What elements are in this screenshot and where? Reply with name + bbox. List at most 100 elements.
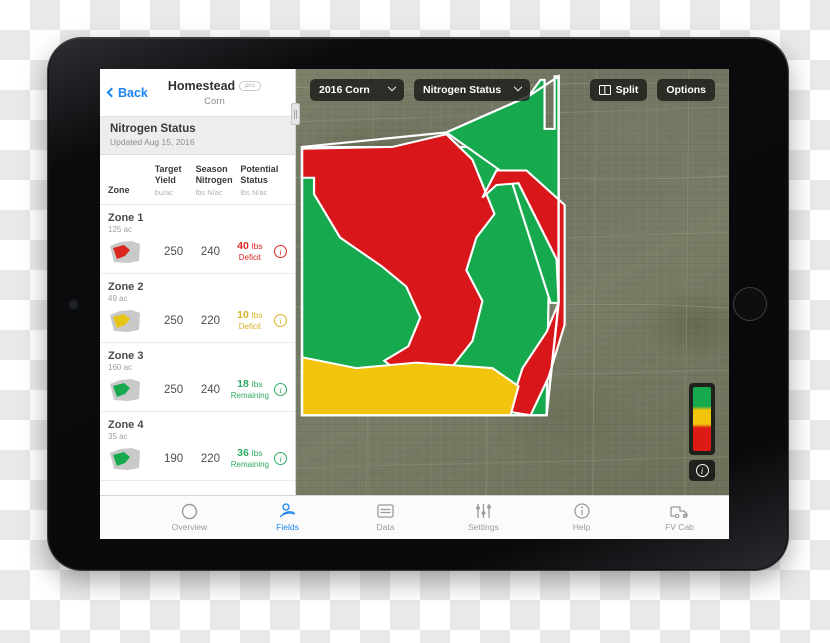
info-icon: i xyxy=(695,464,709,477)
zone-row[interactable]: Zone 3 160 ac 250 240 18 lbs Remaining i xyxy=(100,343,295,412)
zone-name-label: Zone 2 xyxy=(108,280,144,293)
zone-acres-label: 160 ac xyxy=(108,362,133,372)
scroll-grip-line xyxy=(294,109,295,119)
tab-settings[interactable]: Settings xyxy=(458,503,510,532)
zone-status-value: 10 lbs xyxy=(237,309,263,322)
zone-thumbnail-icon xyxy=(108,446,142,472)
zone-status: 40 lbs Deficit xyxy=(230,240,270,263)
fields-icon xyxy=(278,503,297,519)
zone-status-label: Deficit xyxy=(238,253,261,263)
zone-list[interactable]: Zone 1 125 ac 250 240 40 lbs Deficit i Z… xyxy=(100,204,295,495)
field-title: Homestead pro Corn xyxy=(148,77,287,107)
zone-acres-label: 125 ac xyxy=(108,224,133,234)
column-status-unit: lbs N/ac xyxy=(240,187,268,197)
chevron-left-icon xyxy=(106,87,117,98)
zone-info-icon[interactable]: i xyxy=(274,245,287,259)
zone-thumbnail-icon xyxy=(108,308,142,334)
tab-label: Settings xyxy=(468,522,499,532)
zone-info-icon[interactable]: i xyxy=(274,383,287,397)
column-nitrogen-line2: Nitrogen xyxy=(195,174,233,185)
field-crop-label: Corn xyxy=(204,95,225,107)
column-yield-line1: Target xyxy=(154,164,182,174)
tab-help[interactable]: Help xyxy=(556,503,608,532)
tablet-screen: Back Homestead pro Corn Nitrogen Status U… xyxy=(100,69,729,539)
map-toolbar: 2016 Corn Nitrogen Status Split Options xyxy=(310,79,715,101)
zone-target-yield-value: 250 xyxy=(164,383,184,396)
home-button[interactable] xyxy=(733,287,767,321)
zone-status-label: Remaining xyxy=(230,460,269,470)
zone-info-icon[interactable]: i xyxy=(274,314,287,328)
tab-label: Data xyxy=(376,522,395,532)
split-button-label: Split xyxy=(615,84,639,96)
zone-acres-label: 35 ac xyxy=(108,431,128,441)
column-header-potential-status: Potential Status lbs N/ac xyxy=(240,164,287,197)
tab-fv-cab[interactable]: FV Cab xyxy=(654,503,706,532)
field-zone-polygons[interactable] xyxy=(296,69,729,495)
season-select[interactable]: 2016 Corn xyxy=(310,79,404,101)
column-header-target-yield: Target Yield bu/ac xyxy=(155,164,196,197)
zone-row[interactable]: Zone 2 49 ac 250 220 10 lbs Deficit i xyxy=(100,274,295,343)
zone-status: 18 lbs Remaining xyxy=(230,378,270,401)
column-status-line1: Potential xyxy=(240,164,279,174)
zone-thumbnail-icon xyxy=(108,239,142,265)
tab-label: Fields xyxy=(276,522,299,532)
column-header-zone: Zone xyxy=(108,164,155,197)
zone-target-yield-value: 250 xyxy=(164,314,184,327)
sidebar-panel: Back Homestead pro Corn Nitrogen Status U… xyxy=(100,69,300,495)
split-button[interactable]: Split xyxy=(589,79,648,101)
zone-thumbnail-svg xyxy=(110,447,140,470)
column-status-line2: Status xyxy=(240,174,268,185)
app-body: Back Homestead pro Corn Nitrogen Status U… xyxy=(100,69,729,495)
zone-data-row: 190 220 36 lbs Remaining i xyxy=(108,446,287,472)
zone-thumbnail-svg xyxy=(110,240,140,263)
zone-data-row: 250 240 18 lbs Remaining i xyxy=(108,377,287,403)
split-view-icon xyxy=(598,85,611,95)
pro-badge: pro xyxy=(239,81,262,92)
zone-name-label: Zone 4 xyxy=(108,418,144,431)
zone-status-value: 36 lbs xyxy=(237,447,263,460)
options-button[interactable]: Options xyxy=(657,79,715,101)
legend-info-button[interactable]: i xyxy=(689,460,715,481)
tab-data[interactable]: Data xyxy=(360,503,412,532)
legend-gradient-fill xyxy=(693,387,711,451)
camera-icon xyxy=(70,301,77,308)
column-header-season-nitrogen: Season Nitrogen lbs N/ac xyxy=(196,164,241,197)
sidebar-header: Back Homestead pro Corn xyxy=(100,69,295,117)
back-button[interactable]: Back xyxy=(106,85,148,100)
zone-season-nitrogen-value: 220 xyxy=(200,452,221,465)
layer-select[interactable]: Nitrogen Status xyxy=(414,79,531,101)
zone-thumbnail-svg xyxy=(110,378,140,401)
column-yield-line2: Yield xyxy=(154,174,176,185)
status-title: Nitrogen Status xyxy=(110,123,196,135)
circle-icon xyxy=(181,503,198,519)
zone-season-nitrogen-value: 240 xyxy=(200,245,221,258)
options-button-label: Options xyxy=(666,84,706,96)
zone-row[interactable]: Zone 4 35 ac 190 220 36 lbs Remaining i xyxy=(100,412,295,481)
chevron-down-icon xyxy=(387,82,397,92)
tab-label: FV Cab xyxy=(665,522,694,532)
zone-row[interactable]: Zone 1 125 ac 250 240 40 lbs Deficit i xyxy=(100,205,295,274)
zone-acres-label: 49 ac xyxy=(108,293,128,303)
zone-status-value: 18 lbs xyxy=(237,378,263,391)
data-icon xyxy=(377,503,394,519)
zone-season-nitrogen-value: 220 xyxy=(200,314,221,327)
zone-info-icon[interactable]: i xyxy=(274,452,287,466)
status-updated: Updated Aug 15, 2016 xyxy=(110,137,195,147)
zone-status: 36 lbs Remaining xyxy=(230,447,270,470)
tab-overview[interactable]: Overview xyxy=(164,503,216,532)
zone-data-row: 250 220 10 lbs Deficit i xyxy=(108,308,287,334)
column-zone-label: Zone xyxy=(108,184,130,195)
zone-data-row: 250 240 40 lbs Deficit i xyxy=(108,239,287,265)
season-select-value: 2016 Corn xyxy=(319,84,370,96)
tab-fields[interactable]: Fields xyxy=(262,503,314,532)
canvas-backdrop: Back Homestead pro Corn Nitrogen Status U… xyxy=(0,0,830,643)
zone-status-value: 40 lbs xyxy=(237,240,263,253)
field-map[interactable]: 2016 Corn Nitrogen Status Split Options … xyxy=(296,69,729,495)
column-yield-unit: bu/ac xyxy=(154,187,174,197)
column-nitrogen-unit: lbs N/ac xyxy=(195,187,223,197)
sidebar-scroll-handle[interactable] xyxy=(291,103,300,125)
nitrogen-legend: i xyxy=(689,383,715,481)
back-button-label: Back xyxy=(118,85,148,100)
legend-gradient-bar xyxy=(689,383,715,455)
zone-season-nitrogen-value: 240 xyxy=(200,383,221,396)
